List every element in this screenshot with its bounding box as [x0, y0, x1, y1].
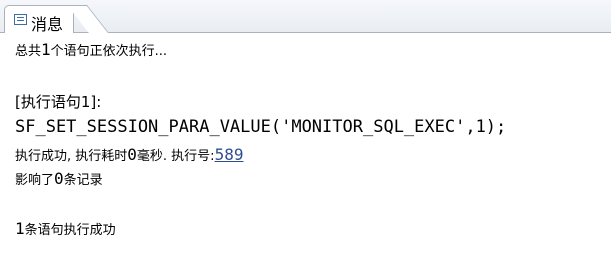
- affected-suffix: 条记录: [63, 173, 103, 188]
- message-panel-icon: [14, 14, 27, 25]
- messages-panel: 消息 总共1个语句正依次执行... [执行语句1]: SF_SET_SESSIO…: [0, 0, 611, 261]
- sql-statement: SF_SET_SESSION_PARA_VALUE('MONITOR_SQL_E…: [15, 117, 506, 137]
- statement-header: [执行语句1]:: [15, 91, 101, 112]
- result-prefix: 执行成功, 执行耗时: [15, 149, 128, 164]
- final-count: 1: [15, 219, 25, 238]
- final-line: 1条语句执行成功: [15, 219, 116, 238]
- tab-messages[interactable]: 消息: [4, 5, 74, 34]
- exec-id-link[interactable]: 589: [215, 145, 244, 164]
- elapsed-value: 0: [127, 145, 137, 164]
- summary-prefix: 总共: [15, 44, 42, 59]
- tab-strip: 消息: [0, 0, 611, 34]
- tab-messages-label: 消息: [31, 15, 64, 34]
- sql-text: SF_SET_SESSION_PARA_VALUE('MONITOR_SQL_E…: [15, 117, 507, 137]
- message-output: 总共1个语句正依次执行... [执行语句1]: SF_SET_SESSION_P…: [15, 34, 611, 261]
- summary-line: 总共1个语句正依次执行...: [15, 40, 167, 59]
- summary-count: 1: [41, 40, 51, 59]
- affected-prefix: 影响了: [15, 173, 55, 188]
- final-suffix: 条语句执行成功: [24, 223, 116, 238]
- statement-header-text: [执行语句1]:: [15, 93, 102, 111]
- result-mid: 毫秒. 执行号:: [136, 149, 215, 164]
- summary-suffix: 个语句正依次执行...: [50, 44, 168, 59]
- affected-line: 影响了0条记录: [15, 169, 103, 188]
- affected-count: 0: [54, 169, 64, 188]
- result-line: 执行成功, 执行耗时0毫秒. 执行号:589: [15, 145, 243, 164]
